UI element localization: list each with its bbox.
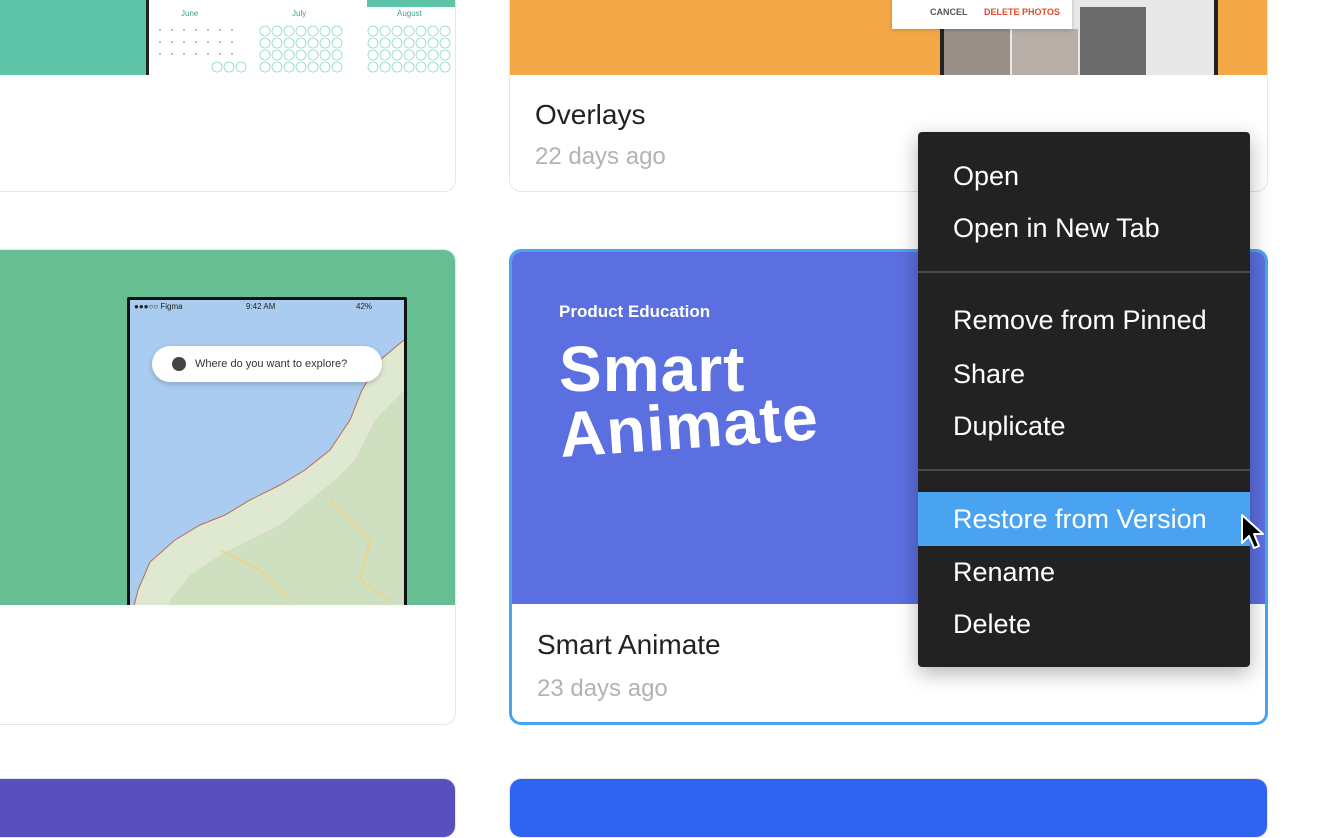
calendar-month-july: July: [292, 9, 307, 18]
map-thumbnail: ●●●○○ Figma 9:42 AM 42% Where do you wan…: [0, 250, 455, 605]
menu-separator: [918, 271, 1250, 273]
bottom-right-card[interactable]: [509, 778, 1268, 838]
card-title: Smart Animate: [537, 629, 721, 660]
menu-item-open[interactable]: Open: [918, 150, 1250, 202]
menu-item-open-in-new-tab[interactable]: Open in New Tab: [918, 202, 1250, 254]
battery-label: 42%: [356, 302, 373, 311]
map-card[interactable]: ●●●○○ Figma 9:42 AM 42% Where do you wan…: [0, 249, 456, 725]
menu-item-duplicate[interactable]: Duplicate: [918, 400, 1250, 452]
calendar-grid: [159, 25, 451, 73]
menu-item-rename[interactable]: Rename: [918, 546, 1250, 598]
status-bar: ●●●○○ Figma 9:42 AM 42%: [130, 300, 404, 316]
phone-frame: ●●●○○ Figma 9:42 AM 42% Where do you wan…: [127, 297, 407, 605]
carrier-label: ●●●○○ Figma: [134, 302, 183, 311]
clock-label: 9:42 AM: [246, 302, 276, 311]
context-menu: Open Open in New Tab Remove from Pinned …: [918, 132, 1250, 667]
overlay-delete-label: DELETE PHOTOS: [984, 7, 1060, 17]
bottom-right-thumbnail: [510, 779, 1267, 837]
card-timestamp: 22 days ago: [535, 143, 666, 170]
thumbnail-eyebrow: Product Education: [559, 302, 711, 321]
compass-icon: [172, 357, 186, 371]
menu-item-remove-from-pinned[interactable]: Remove from Pinned: [918, 294, 1250, 346]
mouse-cursor-icon: [1241, 514, 1264, 549]
menu-item-delete[interactable]: Delete: [918, 598, 1250, 650]
map-search-bar[interactable]: Where do you want to explore?: [152, 346, 382, 382]
calendar-card[interactable]: June July August: [0, 0, 456, 192]
map-search-placeholder: Where do you want to explore?: [195, 358, 348, 370]
menu-separator: [918, 469, 1250, 471]
card-timestamp: 23 days ago: [537, 675, 668, 702]
menu-item-share[interactable]: Share: [918, 348, 1250, 400]
calendar-month-august: August: [397, 9, 422, 18]
calendar-month-june: June: [181, 9, 199, 18]
menu-item-restore-from-version[interactable]: Restore from Version: [918, 492, 1250, 546]
bottom-left-thumbnail: [0, 779, 455, 837]
bottom-left-card[interactable]: [0, 778, 456, 838]
card-title: Overlays: [535, 99, 646, 130]
overlays-thumbnail: CANCEL DELETE PHOTOS: [510, 0, 1267, 75]
overlay-cancel-label: CANCEL: [930, 7, 968, 17]
calendar-thumbnail: June July August: [0, 0, 455, 75]
